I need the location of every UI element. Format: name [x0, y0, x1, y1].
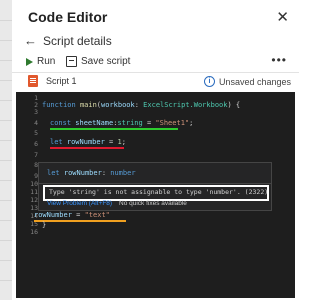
code-token: "text" — [84, 211, 110, 219]
close-icon[interactable]: ✕ — [276, 8, 289, 26]
code-token: rowNumber — [62, 138, 105, 146]
view-problem-link[interactable]: View Problem (Alt+F8) — [47, 200, 112, 207]
run-button[interactable]: Run — [26, 56, 55, 67]
code-line-14: rowNumber = "text" — [34, 211, 110, 219]
code-token: sheetName — [71, 119, 114, 127]
code-token: ExcelScript.Workbook — [143, 101, 228, 109]
code-token: rowNumber — [59, 169, 102, 177]
code-token: ; — [121, 138, 126, 146]
script-bar: Script 1 i Unsaved changes — [26, 75, 291, 88]
back-to-script-details[interactable]: ← Script details — [24, 33, 112, 48]
code-token: function — [42, 101, 76, 109]
line-number: 8 — [34, 161, 38, 169]
code-token: "Sheet1" — [155, 119, 190, 127]
code-token: ) { — [227, 101, 241, 109]
hover-signature: let rowNumber: number — [47, 169, 136, 177]
code-line-4: const sheetName:string = "Sheet1"; — [50, 119, 193, 127]
line-number: 10 — [30, 180, 38, 188]
error-hover-tooltip: let rowNumber: number Type 'string' is n… — [38, 162, 272, 211]
divider — [12, 72, 299, 73]
hover-divider — [39, 183, 271, 184]
line-number: 11 — [30, 188, 38, 196]
code-token: main — [79, 101, 97, 109]
orange-underline — [34, 220, 126, 222]
code-token: string — [117, 119, 143, 127]
code-token: rowNumber — [34, 211, 72, 219]
unsaved-status: i Unsaved changes — [203, 76, 291, 87]
code-line-15: } — [42, 221, 46, 229]
red-underline — [50, 147, 124, 149]
code-token: : — [134, 101, 144, 109]
info-icon: i — [203, 76, 215, 87]
unsaved-label: Unsaved changes — [218, 76, 291, 87]
run-icon — [26, 57, 33, 66]
save-label: Save script — [81, 56, 131, 67]
code-token: number — [110, 169, 136, 177]
typescript-file-icon — [28, 75, 38, 87]
code-editor-panel: Code Editor ✕ ← Script details Run Save … — [12, 0, 299, 300]
line-number: 16 — [30, 228, 38, 236]
toolbar: Run Save script ••• — [26, 53, 291, 72]
save-script-button[interactable]: Save script — [66, 56, 130, 67]
line-number: 6 — [34, 140, 38, 148]
panel-title: Code Editor — [28, 9, 108, 25]
line-number: 12 — [30, 196, 38, 204]
save-icon — [66, 56, 77, 67]
code-token: = — [71, 211, 85, 219]
error-message: Type 'string' is not assignable to type … — [49, 188, 269, 196]
back-arrow-icon: ← — [24, 33, 37, 48]
hover-actions: View Problem (Alt+F8) No quick fixes ava… — [39, 199, 271, 209]
line-number: 3 — [34, 108, 38, 116]
no-quick-fixes-label: No quick fixes available — [119, 200, 187, 207]
code-token: let — [47, 169, 60, 177]
code-editor[interactable]: 1 2 3 4 5 6 7 8 9 10 11 12 13 14 15 16 f… — [16, 92, 295, 298]
more-icon[interactable]: ••• — [271, 53, 287, 67]
code-token: = — [104, 138, 118, 146]
code-token: const — [50, 119, 72, 127]
back-label: Script details — [43, 33, 112, 48]
line-number: 7 — [34, 151, 38, 159]
code-line-2: function main(workbook: ExcelScript.Work… — [42, 101, 240, 109]
code-token: let — [50, 138, 63, 146]
green-underline — [50, 128, 178, 130]
code-line-6: let rowNumber = 1; — [50, 138, 126, 146]
line-number: 4 — [34, 119, 38, 127]
line-number-gutter: 1 2 3 4 5 6 7 8 9 10 11 12 13 14 15 16 — [16, 92, 38, 298]
code-token: workbook — [101, 101, 135, 109]
code-token: ; — [189, 119, 194, 127]
run-label: Run — [37, 56, 56, 67]
code-token: = — [142, 119, 156, 127]
line-number: 5 — [34, 129, 38, 137]
code-token: } — [42, 221, 47, 229]
script-name: Script 1 — [46, 76, 77, 86]
line-number: 9 — [34, 172, 38, 180]
